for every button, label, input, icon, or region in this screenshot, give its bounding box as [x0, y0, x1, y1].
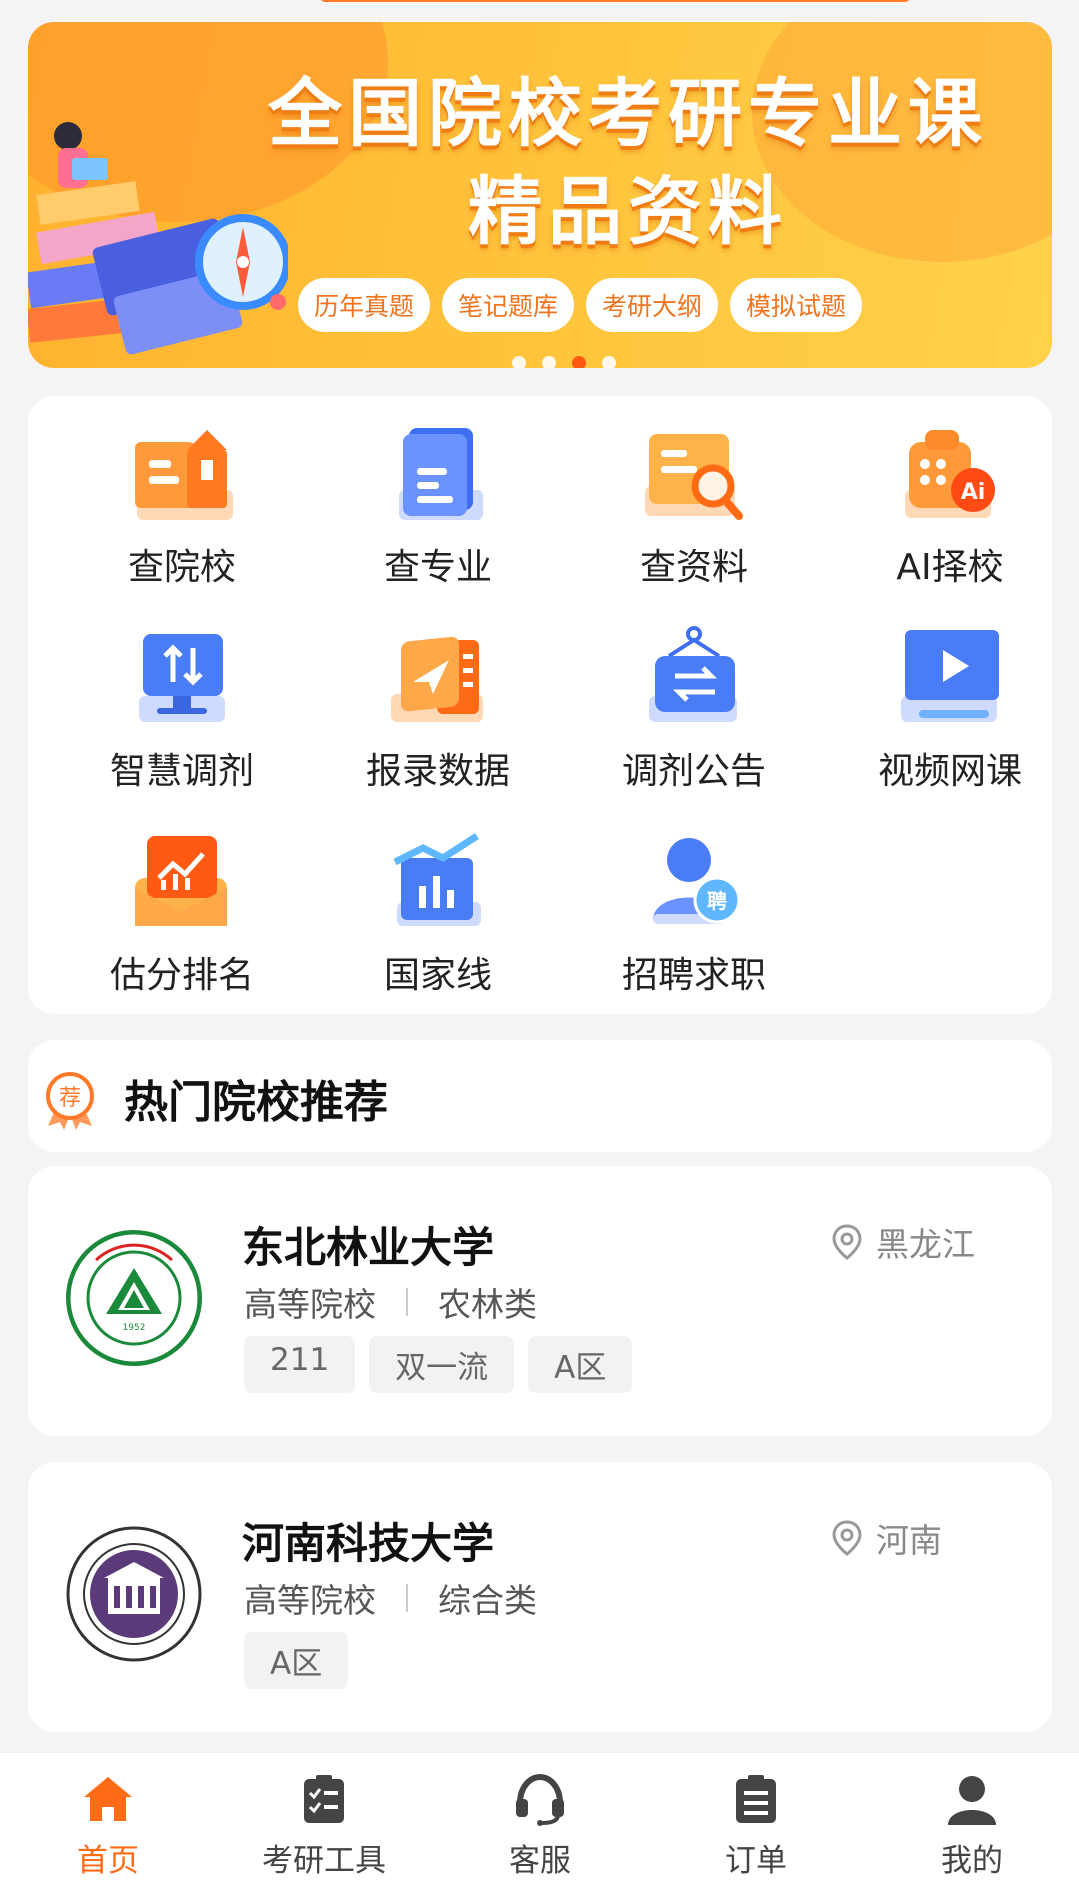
location-text: 黑龙江	[876, 1225, 975, 1264]
grid-label: 查院校	[127, 547, 236, 588]
grid-item-materials[interactable]: 查资料	[594, 420, 794, 590]
grid-label: 查资料	[639, 547, 748, 588]
send-data-icon	[383, 624, 493, 734]
promo-banner[interactable]: 全国院校考研专业课 精品资料 历年真题 笔记题库 考研大纲 模拟试题	[28, 22, 1052, 368]
book-icon	[383, 420, 493, 530]
order-icon	[736, 1775, 776, 1823]
nav-service[interactable]: 客服	[455, 1771, 625, 1880]
school-logo-nefu: 1952	[66, 1230, 202, 1366]
user-icon	[948, 1776, 996, 1825]
location-text: 河南	[876, 1521, 942, 1560]
location-pin-icon	[832, 1224, 862, 1260]
nav-label: 首页	[77, 1843, 139, 1879]
carousel-dot[interactable]	[512, 356, 526, 368]
ai-select-icon: Ai	[895, 420, 1005, 530]
meta-divider	[406, 1584, 408, 1612]
school-card[interactable]: 河南科技大学 高等院校 综合类 A区 河南	[28, 1462, 1052, 1732]
top-indicator-bar	[320, 0, 910, 2]
school-name: 东北林业大学	[242, 1223, 495, 1272]
grid-item-major[interactable]: 查专业	[338, 420, 538, 590]
grid-label: 估分排名	[109, 955, 254, 996]
school-card[interactable]: 1952 东北林业大学 高等院校 农林类 211 双一流 A区 黑龙江	[28, 1166, 1052, 1436]
school-logo-haust	[66, 1526, 202, 1662]
school-category: 农林类	[438, 1285, 537, 1324]
grid-item-school[interactable]: 查院校	[82, 420, 282, 590]
banner-title-line1: 全国院校考研专业课	[268, 71, 988, 157]
school-name: 河南科技大学	[242, 1519, 495, 1568]
grid-item-national-line[interactable]: 国家线	[338, 828, 538, 998]
school-location: 河南	[832, 1514, 942, 1562]
carousel-dot[interactable]	[602, 356, 616, 368]
grid-label: 国家线	[383, 955, 492, 996]
location-pin-icon	[832, 1520, 862, 1556]
nav-home[interactable]: 首页	[23, 1771, 193, 1880]
nav-tools[interactable]: 考研工具	[239, 1771, 409, 1880]
nav-label: 考研工具	[262, 1843, 386, 1879]
school-tags: 211 双一流 A区	[244, 1336, 633, 1393]
grid-label: AI择校	[896, 547, 1004, 588]
grid-item-video-course[interactable]: 视频网课	[850, 624, 1050, 794]
svg-text:聘: 聘	[707, 889, 727, 913]
grid-item-score-rank[interactable]: 估分排名	[82, 828, 282, 998]
recommend-badge-icon: 荐	[46, 1072, 94, 1130]
grid-item-smart-transfer[interactable]: 智慧调剂	[82, 624, 282, 794]
section-title: 热门院校推荐	[124, 1077, 388, 1128]
grid-item-admission-data[interactable]: 报录数据	[338, 624, 538, 794]
video-course-icon	[895, 624, 1005, 734]
meta-divider	[406, 1288, 408, 1316]
announcement-icon	[639, 624, 749, 734]
banner-tag[interactable]: 笔记题库	[442, 278, 575, 332]
school-tag: A区	[244, 1632, 349, 1689]
home-icon	[84, 1777, 132, 1821]
recruitment-icon: 聘	[639, 828, 749, 938]
hot-schools-header: 荐 热门院校推荐	[28, 1040, 1052, 1152]
school-category: 综合类	[438, 1581, 537, 1620]
banner-title-line2: 精品资料	[468, 169, 788, 255]
grid-label: 调剂公告	[621, 751, 766, 792]
banner-tag[interactable]: 考研大纲	[586, 278, 719, 332]
headset-icon	[516, 1773, 564, 1826]
school-tag: 双一流	[369, 1336, 515, 1393]
school-type: 高等院校	[244, 1285, 376, 1324]
grid-label: 报录数据	[365, 751, 510, 792]
school-type: 高等院校	[244, 1581, 376, 1620]
school-tag: 211	[244, 1336, 356, 1393]
school-building-icon	[127, 420, 237, 530]
banner-tags: 历年真题 笔记题库 考研大纲 模拟试题	[298, 278, 863, 332]
nav-profile[interactable]: 我的	[887, 1771, 1057, 1880]
nav-label: 订单	[725, 1843, 787, 1879]
grid-item-recruitment[interactable]: 聘 招聘求职	[594, 828, 794, 998]
bottom-navigation: 首页 考研工具 客服 订单 我的	[0, 1752, 1079, 1884]
svg-text:1952: 1952	[123, 1323, 146, 1333]
school-meta: 高等院校 农林类	[244, 1278, 537, 1326]
banner-tag[interactable]: 模拟试题	[730, 278, 863, 332]
document-search-icon	[639, 420, 749, 530]
banner-tag[interactable]: 历年真题	[298, 278, 431, 332]
nav-label: 我的	[941, 1843, 1003, 1879]
school-meta: 高等院校 综合类	[244, 1574, 537, 1622]
svg-text:Ai: Ai	[961, 480, 986, 505]
score-rank-icon	[127, 828, 237, 938]
nav-orders[interactable]: 订单	[671, 1771, 841, 1880]
monitor-transfer-icon	[127, 624, 237, 734]
checklist-icon	[304, 1775, 344, 1823]
grid-label: 视频网课	[877, 751, 1022, 792]
school-tags: A区	[244, 1632, 349, 1689]
nav-label: 客服	[509, 1843, 571, 1879]
function-grid: 查院校 查专业 查资料 Ai AI择校 智慧调剂 报录数据 调剂公告 视频网课 …	[28, 396, 1052, 1014]
national-line-chart-icon	[383, 828, 493, 938]
svg-text:荐: 荐	[59, 1086, 81, 1111]
grid-label: 查专业	[383, 547, 492, 588]
carousel-dot[interactable]	[542, 356, 556, 368]
school-location: 黑龙江	[832, 1218, 975, 1266]
carousel-indicator	[512, 356, 616, 368]
grid-label: 招聘求职	[621, 955, 766, 996]
grid-item-transfer-notice[interactable]: 调剂公告	[594, 624, 794, 794]
carousel-dot-active[interactable]	[572, 356, 586, 368]
grid-item-ai-select[interactable]: Ai AI择校	[850, 420, 1050, 590]
grid-label: 智慧调剂	[109, 751, 254, 792]
school-tag: A区	[528, 1336, 633, 1393]
